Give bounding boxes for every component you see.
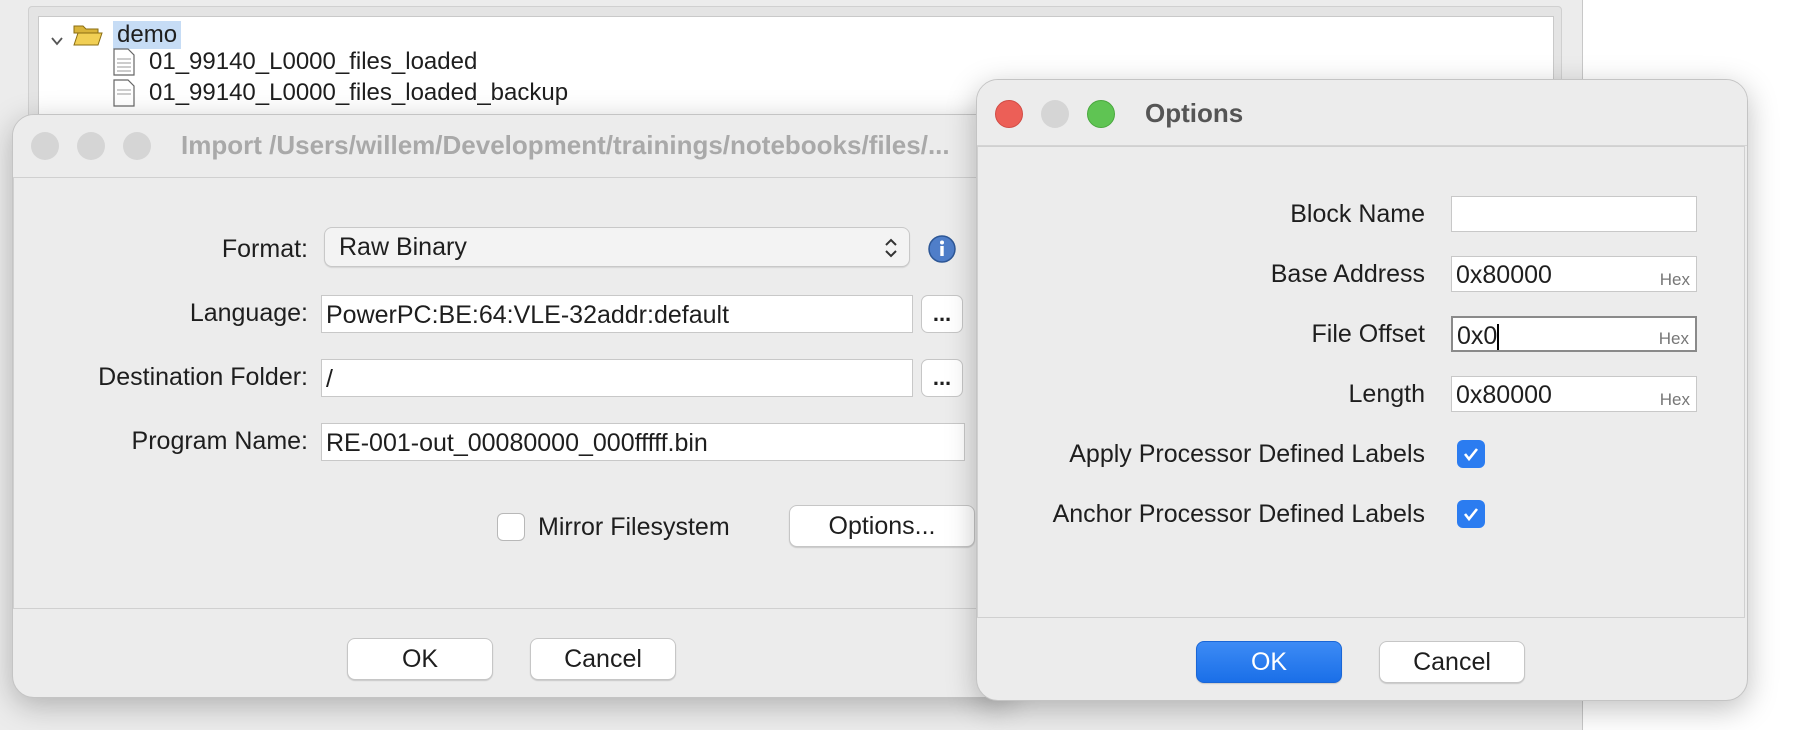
close-icon[interactable]	[31, 132, 59, 160]
import-titlebar: Import /Users/willem/Development/trainin…	[13, 115, 1013, 178]
tree-item-file-1[interactable]: 01_99140_L0000_files_loaded	[113, 48, 477, 76]
options-title: Options	[1145, 98, 1244, 128]
options-ok-button[interactable]: OK	[1196, 641, 1342, 683]
import-dialog: Import /Users/willem/Development/trainin…	[12, 114, 1014, 698]
import-title: Import /Users/willem/Development/trainin…	[181, 130, 950, 160]
file-offset-value: 0x0	[1457, 322, 1498, 350]
language-field[interactable]: PowerPC:BE:64:VLE-32addr:default	[321, 295, 913, 333]
info-icon[interactable]	[927, 234, 957, 264]
minimize-icon[interactable]	[77, 132, 105, 160]
options-cancel-button[interactable]: Cancel	[1379, 641, 1525, 683]
tree-item-label: 01_99140_L0000_files_loaded_backup	[149, 79, 569, 106]
hex-hint: Hex	[1659, 390, 1690, 409]
minimize-icon[interactable]	[1041, 100, 1069, 128]
ellipsis-label: ...	[932, 301, 952, 326]
text-cursor	[1497, 324, 1500, 350]
select-arrows-icon	[885, 238, 897, 258]
close-icon[interactable]	[995, 100, 1023, 128]
checkmark-icon	[1463, 448, 1479, 462]
anchor-labels-checkbox[interactable]	[1457, 500, 1485, 528]
ellipsis-label: ...	[932, 365, 952, 390]
format-label: Format:	[221, 235, 308, 263]
base-address-field[interactable]: 0x80000 Hex	[1451, 256, 1697, 292]
program-name-field[interactable]: RE-001-out_00080000_000fffff.bin	[321, 423, 965, 461]
tree-item-demo[interactable]: demo	[73, 21, 182, 49]
block-name-field[interactable]	[1451, 196, 1697, 232]
options-titlebar: Options	[977, 80, 1747, 146]
file-offset-field[interactable]: 0x0 Hex	[1451, 316, 1697, 352]
tree-item-file-2[interactable]: 01_99140_L0000_files_loaded_backup	[113, 79, 568, 107]
import-cancel-button[interactable]: Cancel	[530, 638, 676, 680]
destination-field[interactable]: /	[321, 359, 913, 397]
import-ok-button[interactable]: OK	[347, 638, 493, 680]
folder-open-icon	[73, 25, 103, 46]
program-name-label: Program Name:	[131, 427, 308, 455]
mirror-filesystem-checkbox[interactable]	[497, 513, 525, 541]
base-address-value: 0x80000	[1456, 261, 1552, 289]
tree-root-label: demo	[113, 21, 182, 49]
format-value: Raw Binary	[339, 233, 467, 261]
apply-labels-label: Apply Processor Defined Labels	[1069, 440, 1425, 468]
length-field[interactable]: 0x80000 Hex	[1451, 376, 1697, 412]
hex-hint: Hex	[1658, 329, 1689, 348]
document-icon	[113, 79, 135, 107]
options-button[interactable]: Options...	[789, 505, 975, 547]
destination-label: Destination Folder:	[98, 363, 308, 391]
anchor-labels-label: Anchor Processor Defined Labels	[1052, 500, 1425, 528]
language-label: Language:	[189, 299, 308, 327]
hex-hint: Hex	[1659, 270, 1690, 289]
options-dialog: Options Block Name Base Address 0x80000 …	[976, 79, 1748, 701]
file-offset-label: File Offset	[1311, 320, 1425, 348]
zoom-icon[interactable]	[1087, 100, 1115, 128]
format-select[interactable]: Raw Binary	[324, 227, 910, 267]
document-icon	[113, 48, 135, 76]
apply-labels-checkbox[interactable]	[1457, 440, 1485, 468]
chevron-down-icon[interactable]	[51, 35, 63, 47]
mirror-filesystem-label: Mirror Filesystem	[538, 513, 730, 541]
destination-browse-button[interactable]: ...	[921, 359, 963, 397]
length-value: 0x80000	[1456, 381, 1552, 409]
language-browse-button[interactable]: ...	[921, 295, 963, 333]
zoom-icon[interactable]	[123, 132, 151, 160]
base-address-label: Base Address	[1270, 260, 1425, 288]
tree-item-label: 01_99140_L0000_files_loaded	[149, 48, 478, 75]
block-name-label: Block Name	[1290, 200, 1425, 228]
length-label: Length	[1348, 380, 1425, 408]
checkmark-icon	[1463, 508, 1479, 522]
